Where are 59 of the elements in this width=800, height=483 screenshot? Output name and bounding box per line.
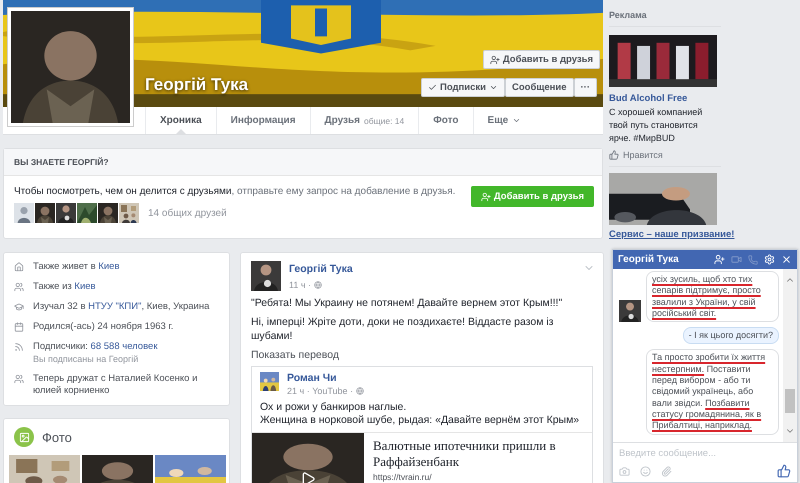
mutual-friends-count[interactable]: 14 общих друзей (148, 208, 227, 218)
profile-tab[interactable]: Еще (472, 107, 536, 134)
suggestion-text: Чтобы посмотреть, чем он делится с друзьями, отправьте ему запрос на добавление в друзья. (14, 186, 456, 197)
chat-message: усіх зусиль, щоб хто тих сепарів підтримує, просто звалили з України, у свій російський світ. (646, 271, 779, 322)
intro-text: Теперь дружат с Наталией Косенко и юлией корниенко (33, 373, 198, 397)
intro-text: Родился(-ась) 24 ноября 1963 г. (33, 321, 174, 333)
paperclip-icon[interactable] (661, 466, 672, 476)
post-text: "Ребята! Мы Украину не потянем! Давайте вернем этот Крым!!!" (251, 296, 564, 310)
globe-icon (356, 387, 364, 395)
profile-tab[interactable]: Хроника (145, 107, 216, 134)
add-person-icon[interactable] (714, 254, 725, 265)
smile-icon[interactable] (640, 466, 651, 476)
ad-title[interactable]: Сервис – наше призвание! (609, 229, 734, 240)
intro-text: Также живет в Киев (33, 261, 120, 273)
card-title: ВЫ ЗНАЕТЕ ГЕОРГІЙ? (14, 157, 109, 167)
chat-message: - І як цього досягти? (682, 327, 779, 344)
post-text: Ні, імперці! Жріте доти, доки не поздихаєте! Віддасте разом із шубами! (251, 315, 554, 343)
scrollbar-thumb[interactable] (785, 388, 795, 412)
close-icon[interactable] (781, 254, 792, 265)
profile-tab[interactable]: Друзья общие: 14 (310, 107, 418, 134)
post-author[interactable]: Роман Чи (287, 372, 364, 384)
post-text: Женщина в норковой шубе, рыдая: «Давайте вернём этот Крым» (260, 414, 580, 427)
intro-text: Подписчики: 68 588 человек (33, 341, 158, 353)
house-icon (14, 262, 24, 272)
graduation-cap-icon (14, 302, 24, 312)
phone-icon[interactable] (748, 254, 758, 264)
video-icon[interactable] (731, 254, 742, 265)
camera-icon[interactable] (619, 466, 630, 476)
rss-icon (14, 342, 24, 352)
ad-text: С хорошей компанией твой путь становится ярче. #МирBUD (609, 106, 704, 145)
intro-text: Изучал 32 в НТУУ "КПИ", Киев, Украина (33, 301, 210, 313)
message-input[interactable]: Введите сообщение... (613, 442, 797, 464)
intro-subtext: Вы подписаны на Георгій (33, 353, 140, 365)
like-link[interactable]: Нравится (609, 150, 721, 160)
like-icon[interactable] (777, 464, 791, 478)
post-meta: 21 ч · YouTube · (287, 386, 354, 396)
photos-title[interactable]: Фото (42, 430, 72, 444)
play-icon[interactable] (300, 471, 316, 483)
post-author[interactable]: Георгій Тука (289, 263, 353, 275)
chat-message: Та просто зробити їх життя нестерпним. Поставити перед вибором - або ти свідомий українець, або вали звідси. Позбавити статусу громадянина, як в Прибалтиці, наприклад. (646, 349, 779, 435)
profile-tab[interactable]: Информация (216, 107, 310, 134)
user-plus-icon (480, 192, 491, 202)
link-title[interactable]: Валютные ипотечники пришли в Раффайзенбанк (373, 438, 592, 470)
ad-title[interactable]: Bud Alcohol Free (609, 93, 688, 104)
people-icon (14, 282, 24, 292)
profile-tab[interactable]: Фото (418, 107, 473, 134)
photo-icon (14, 427, 34, 447)
intro-text: Также из Киев (33, 281, 96, 293)
link-url: https://tvrain.ru/ (373, 472, 433, 482)
calendar-icon (14, 322, 24, 332)
thumbs-up-icon (609, 150, 619, 160)
people-icon (14, 374, 24, 384)
post-text: Ох и рожи у банкиров наглые. (260, 401, 408, 414)
translate-link[interactable]: Показать перевод (251, 348, 593, 362)
post-time[interactable]: 11 ч · (289, 280, 312, 290)
chat-header[interactable]: Георгій Тука (613, 250, 797, 269)
settings-icon[interactable] (764, 254, 775, 265)
ads-title: Реклама (609, 10, 721, 27)
globe-icon (314, 281, 322, 289)
